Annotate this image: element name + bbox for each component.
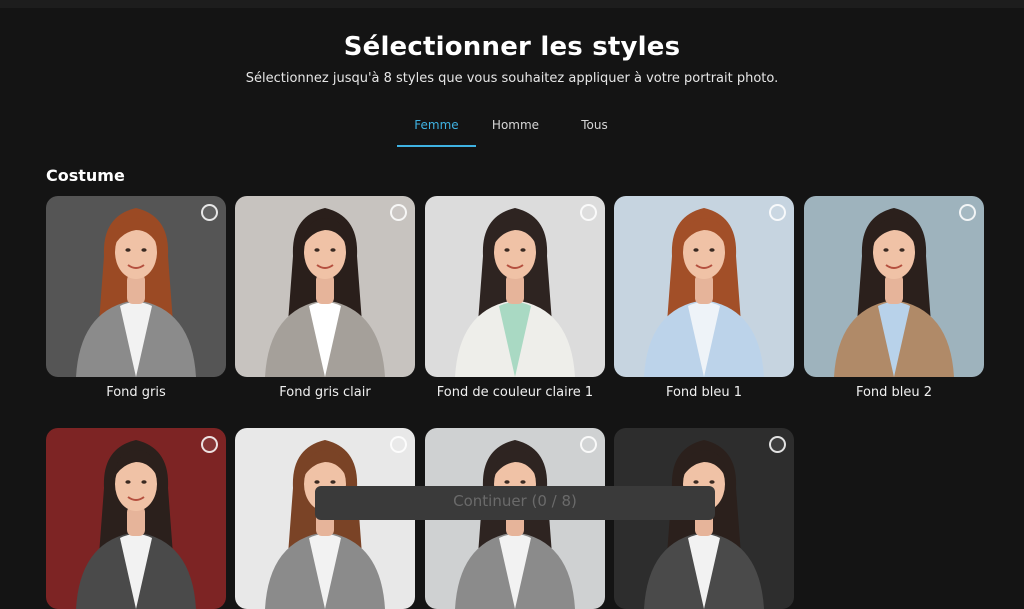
style-card-row2[interactable]	[46, 428, 226, 609]
style-card-fond-bleu-2[interactable]	[804, 196, 984, 377]
section-title: Costume	[46, 166, 125, 185]
tab-tous[interactable]: Tous	[555, 118, 634, 148]
select-circle-icon[interactable]	[769, 204, 786, 221]
style-card-fond-gris-clair[interactable]	[235, 196, 415, 377]
style-label: Fond de couleur claire 1	[436, 385, 594, 400]
select-circle-icon[interactable]	[959, 204, 976, 221]
style-label: Fond gris clair	[279, 385, 371, 400]
gender-tabs: Femme Homme Tous	[397, 118, 634, 148]
select-circle-icon[interactable]	[201, 204, 218, 221]
page-subtitle: Sélectionnez jusqu'à 8 styles que vous s…	[245, 71, 779, 86]
select-circle-icon[interactable]	[390, 436, 407, 453]
portrait-image	[425, 196, 605, 377]
select-circle-icon[interactable]	[580, 204, 597, 221]
style-label: Fond gris	[106, 385, 166, 400]
style-label: Fond bleu 1	[665, 385, 743, 400]
select-circle-icon[interactable]	[390, 204, 407, 221]
tab-homme[interactable]: Homme	[476, 118, 555, 148]
portrait-image	[46, 428, 226, 609]
continue-button[interactable]: Continuer (0 / 8)	[315, 486, 715, 520]
style-card-fond-gris[interactable]	[46, 196, 226, 377]
portrait-image	[235, 196, 415, 377]
style-label: Fond bleu 2	[855, 385, 933, 400]
style-card-fond-bleu-1[interactable]	[614, 196, 794, 377]
select-circle-icon[interactable]	[580, 436, 597, 453]
portrait-image	[804, 196, 984, 377]
portrait-image	[614, 196, 794, 377]
tab-femme[interactable]: Femme	[397, 118, 476, 148]
select-circle-icon[interactable]	[769, 436, 786, 453]
style-card-fond-couleur-claire-1[interactable]	[425, 196, 605, 377]
top-bar	[0, 0, 1024, 8]
page-title: Sélectionner les styles	[343, 32, 681, 62]
portrait-image	[46, 196, 226, 377]
select-circle-icon[interactable]	[201, 436, 218, 453]
